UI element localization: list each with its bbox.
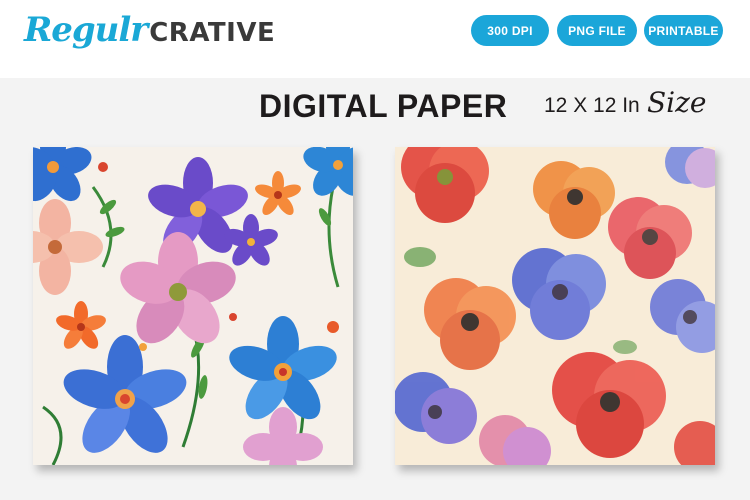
poppy-blue-right xyxy=(650,279,715,353)
digital-paper-preview-poppy xyxy=(395,147,715,465)
poppy-orange-top xyxy=(533,161,615,239)
floral-pattern-image xyxy=(33,147,353,465)
poppy-pink-bottom xyxy=(479,415,551,465)
flower-blue-large xyxy=(63,335,187,453)
poppy-blue-center xyxy=(512,248,606,340)
poppy-red-bottom xyxy=(552,352,666,458)
poppy-red-right xyxy=(608,197,692,279)
size-label: Size xyxy=(647,86,707,119)
flower-orange-top xyxy=(255,171,301,216)
poppy-blue-bottomleft xyxy=(395,372,477,444)
digital-paper-preview-floral xyxy=(33,147,353,465)
poppy-red-topleft xyxy=(401,147,489,223)
badge-file-type: PNG FILE xyxy=(557,15,637,46)
flower-orange-small xyxy=(56,301,106,349)
brand-logo-bold: CRATIVE xyxy=(149,18,276,48)
flower-peach-left xyxy=(33,199,103,295)
brand-logo: Regulr CRATIVE xyxy=(24,10,275,60)
flower-violet-right xyxy=(224,214,278,266)
flower-blue-topleft xyxy=(33,147,92,202)
page-title: DIGITAL PAPER xyxy=(259,88,508,124)
badge-dpi: 300 DPI xyxy=(471,15,549,46)
poppy-red-bottomright xyxy=(674,421,715,465)
header-bar: Regulr CRATIVE 300 DPI PNG FILE PRINTABL… xyxy=(0,0,750,78)
poppy-pattern-image xyxy=(395,147,715,465)
brand-logo-script: Regulr xyxy=(24,10,148,50)
flower-blue-topright xyxy=(303,147,353,196)
badge-printable: PRINTABLE xyxy=(644,15,723,46)
poppy-orange-left xyxy=(424,278,516,370)
size-dimensions: 12 X 12 In xyxy=(544,94,640,117)
poppy-blue-topright xyxy=(665,147,715,188)
